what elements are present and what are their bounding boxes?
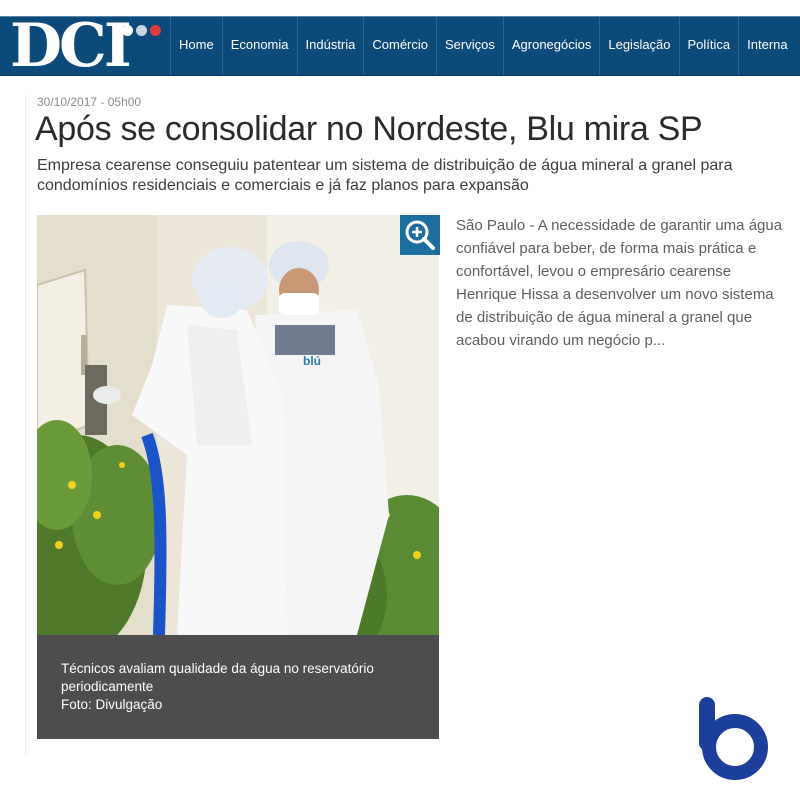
photo-caption: Técnicos avaliam qualidade da água no re… bbox=[37, 635, 439, 739]
site-logo[interactable]: DCI bbox=[4, 17, 170, 75]
zoom-in-icon bbox=[405, 220, 435, 250]
nav-item-comercio[interactable]: Comércio bbox=[363, 17, 436, 75]
article-teaser[interactable]: São Paulo - A necessidade de garantir um… bbox=[456, 214, 786, 352]
nav-item-agronegocios[interactable]: Agronegócios bbox=[502, 17, 600, 75]
photo-illustration: blú bbox=[37, 215, 439, 635]
nav-item-politica[interactable]: Política bbox=[678, 17, 739, 75]
photo-zoom-button[interactable] bbox=[400, 215, 440, 255]
article-photo[interactable]: blú bbox=[37, 215, 439, 635]
article-subtitle: Empresa cearense conseguiu patentear um … bbox=[37, 157, 733, 194]
b-logo-icon bbox=[699, 697, 768, 780]
nav-item-economia[interactable]: Economia bbox=[221, 17, 297, 75]
nav-item-internacional[interactable]: Interna bbox=[738, 17, 795, 75]
top-navigation-bar: DCI Home Economia Indústria Comércio Ser… bbox=[0, 16, 800, 76]
nav-item-home[interactable]: Home bbox=[170, 17, 222, 75]
logo-dot-grey bbox=[136, 25, 147, 36]
site-logo-text: DCI bbox=[10, 16, 132, 76]
nav-item-servicos[interactable]: Serviços bbox=[436, 17, 503, 75]
photo-credit: Foto: Divulgação bbox=[61, 697, 163, 712]
page-divider bbox=[25, 95, 26, 755]
coat-logo-text: blú bbox=[303, 354, 321, 368]
nav-menu: Home Economia Indústria Comércio Serviço… bbox=[170, 17, 796, 75]
nav-item-legislacao[interactable]: Legislação bbox=[599, 17, 678, 75]
article-headline: Após se consolidar no Nordeste, Blu mira… bbox=[35, 110, 703, 148]
logo-dot-white bbox=[122, 25, 133, 36]
article-date: 30/10/2017 - 05h00 bbox=[37, 95, 142, 109]
photo-caption-text: Técnicos avaliam qualidade da água no re… bbox=[61, 661, 374, 694]
nav-item-industria[interactable]: Indústria bbox=[296, 17, 364, 75]
logo-dot-red bbox=[150, 25, 161, 36]
